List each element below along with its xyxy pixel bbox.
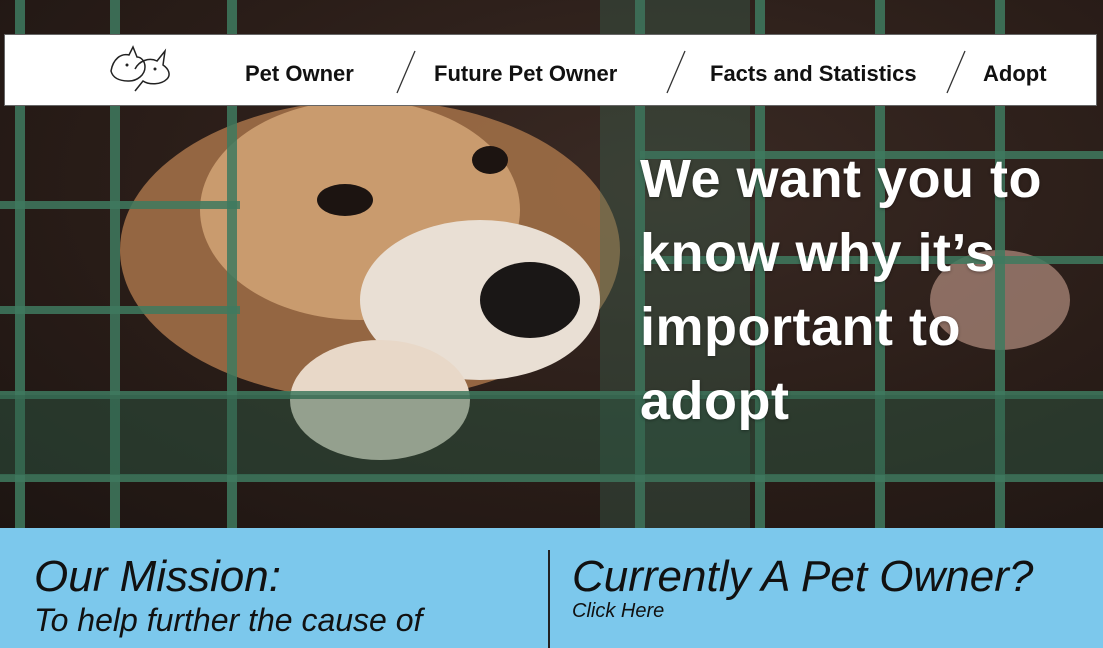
- click-here-link[interactable]: Click Here: [572, 600, 664, 623]
- headline-line: know why it’s: [640, 223, 996, 283]
- pet-owner-title: Currently A Pet Owner?: [572, 552, 1034, 601]
- cat-dog-logo-icon[interactable]: [105, 41, 175, 99]
- nav-link-future-pet-owner[interactable]: Future Pet Owner: [434, 61, 617, 87]
- nav-separator: [396, 50, 416, 94]
- nav-bar: Pet Owner Future Pet Owner Facts and Sta…: [4, 34, 1097, 106]
- headline-line: adopt: [640, 371, 790, 431]
- mission-title: Our Mission:: [34, 552, 281, 601]
- nav-link-facts-and-statistics[interactable]: Facts and Statistics: [710, 61, 917, 87]
- nav-separator: [946, 50, 966, 94]
- mission-text: To help further the cause of: [34, 602, 423, 638]
- section-divider: [548, 550, 550, 648]
- headline-line: important to: [640, 297, 961, 357]
- nav-link-adopt[interactable]: Adopt: [983, 61, 1047, 87]
- nav-link-pet-owner[interactable]: Pet Owner: [245, 61, 354, 87]
- info-panel: Our Mission: To help further the cause o…: [0, 528, 1103, 648]
- headline-line: We want you to: [640, 149, 1043, 209]
- hero-banner: Pet Owner Future Pet Owner Facts and Sta…: [0, 0, 1103, 528]
- nav-separator: [666, 50, 686, 94]
- hero-headline: We want you to know why it’s important t…: [640, 142, 1100, 438]
